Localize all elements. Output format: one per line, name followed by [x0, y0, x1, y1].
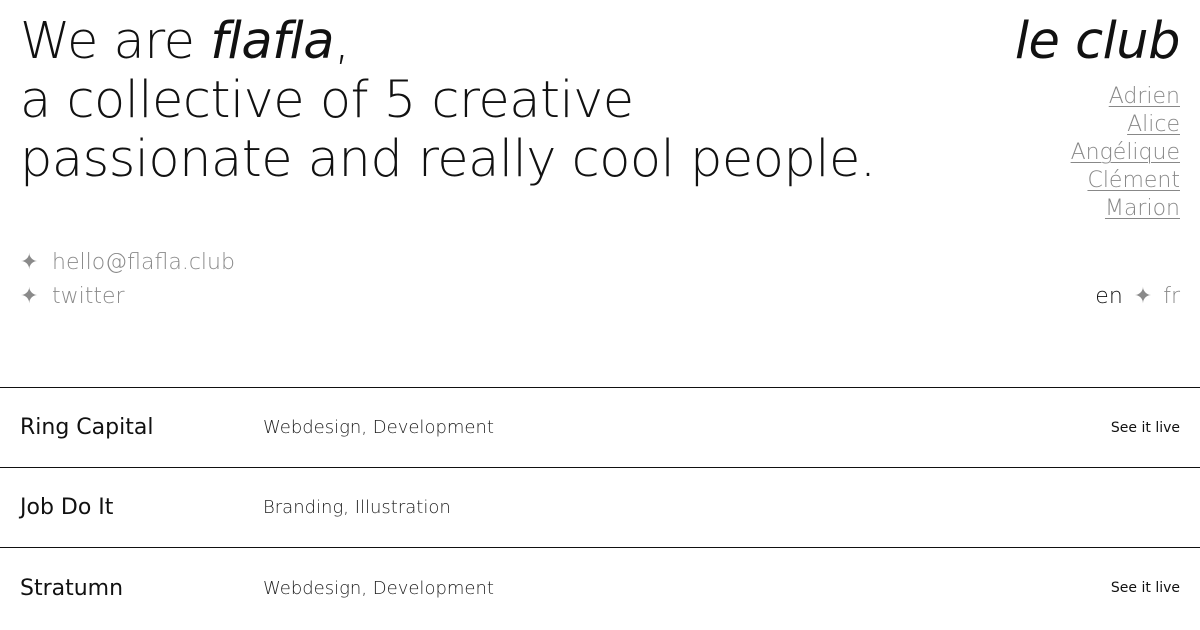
- member-item: Adrien: [1015, 83, 1180, 111]
- project-tags: Branding, Illustration: [263, 497, 451, 518]
- hero-line-2: a collective of 5 creative: [20, 71, 634, 130]
- see-it-live-link[interactable]: See it live: [1111, 580, 1180, 596]
- member-link-adrien[interactable]: Adrien: [1109, 84, 1180, 109]
- project-list: Ring Capital Webdesign, Development See …: [0, 387, 1200, 628]
- member-list: Adrien Alice Angélique Clément Marion: [1015, 83, 1180, 223]
- see-it-live-link[interactable]: See it live: [1111, 420, 1180, 436]
- club-title: le club: [1014, 12, 1181, 71]
- club-section: le club Adrien Alice Angélique Clément M…: [1014, 12, 1181, 223]
- contact-item-email: ✦ hello@flafla.club: [20, 246, 235, 280]
- language-fr[interactable]: fr: [1163, 284, 1180, 309]
- project-name: Stratumn: [20, 575, 124, 601]
- member-item: Clément: [1015, 167, 1180, 195]
- twitter-link[interactable]: twitter: [52, 280, 125, 314]
- member-link-angelique[interactable]: Angélique: [1071, 140, 1180, 165]
- project-row: Stratumn Webdesign, Development See it l…: [0, 548, 1200, 628]
- member-item: Alice: [1015, 111, 1180, 139]
- hero-comma: ,: [333, 12, 350, 71]
- project-row: Job Do It Branding, Illustration: [0, 468, 1200, 548]
- sparkle-icon: ✦: [20, 250, 39, 275]
- member-item: Marion: [1015, 195, 1180, 223]
- project-tags: Webdesign, Development: [263, 417, 494, 438]
- language-switcher: en ✦ fr: [1095, 280, 1180, 314]
- sparkle-icon: ✦: [20, 284, 39, 309]
- email-link[interactable]: hello@flafla.club: [52, 246, 235, 280]
- language-en[interactable]: en: [1095, 284, 1122, 309]
- project-name: Ring Capital: [20, 415, 154, 440]
- collective-name: flafla: [210, 12, 334, 71]
- member-link-marion[interactable]: Marion: [1105, 196, 1180, 221]
- contact-list: ✦ hello@flafla.club ✦ twitter: [20, 246, 235, 314]
- member-link-clement[interactable]: Clément: [1087, 168, 1180, 193]
- sparkle-icon: ✦: [1133, 284, 1153, 309]
- project-row: Ring Capital Webdesign, Development See …: [0, 388, 1200, 468]
- member-item: Angélique: [1015, 139, 1180, 167]
- project-name: Job Do It: [20, 495, 114, 520]
- hero-line-1: We are flafla,: [20, 12, 960, 71]
- hero-intro-text: We are: [20, 12, 211, 71]
- project-tags: Webdesign, Development: [263, 577, 494, 599]
- contact-item-twitter: ✦ twitter: [20, 280, 235, 314]
- hero-headline: We are flafla, a collective of 5 creativ…: [20, 12, 960, 189]
- member-link-alice[interactable]: Alice: [1127, 112, 1180, 137]
- hero-line-3: passionate and really cool people.: [20, 130, 876, 189]
